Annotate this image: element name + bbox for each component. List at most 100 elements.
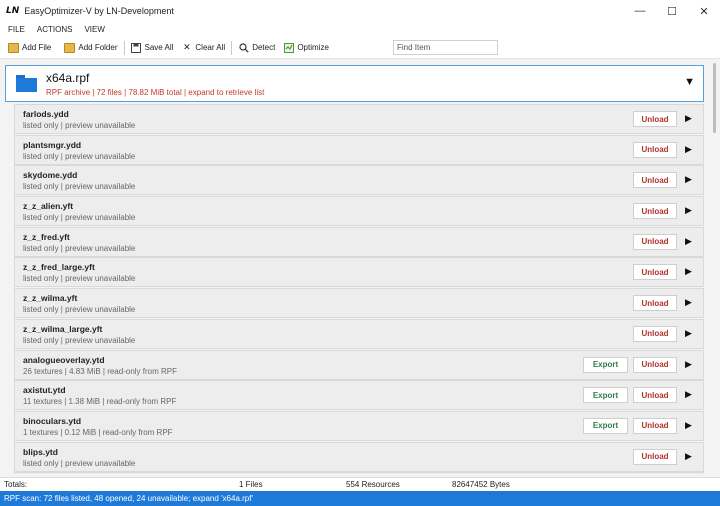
unload-button[interactable]: Unload — [633, 356, 677, 373]
export-button[interactable]: Export — [583, 387, 628, 404]
scrollbar[interactable] — [710, 59, 720, 477]
menu-actions[interactable]: ACTIONS — [37, 25, 73, 34]
toolbar-divider — [123, 40, 125, 55]
menu-view[interactable]: VIEW — [84, 25, 104, 34]
menu-file[interactable]: FILE — [8, 25, 25, 34]
item-meta: listed only | preview unavailable — [23, 305, 136, 315]
item-name: z_z_wilma_large.yft — [23, 323, 103, 334]
play-icon[interactable]: ▶ — [685, 328, 692, 339]
add-file-button[interactable]: Add File — [8, 42, 52, 53]
play-icon[interactable]: ▶ — [685, 420, 692, 431]
search-icon — [238, 42, 249, 53]
list-item[interactable] — [14, 472, 704, 474]
toolbar-divider — [231, 40, 233, 55]
list-item[interactable]: z_z_fred.yft listed only | preview unavai… — [14, 226, 704, 257]
list-item[interactable]: skydome.ydd listed only | preview unavail… — [14, 165, 704, 196]
search-input[interactable] — [393, 40, 498, 55]
item-meta: listed only | preview unavailable — [23, 274, 136, 284]
unload-button[interactable]: Unload — [633, 448, 677, 465]
item-name: z_z_fred.yft — [23, 231, 70, 242]
window-title: EasyOptimizer-V by LN-Development — [24, 6, 174, 16]
optimize-label: Optimize — [297, 43, 329, 52]
play-icon[interactable]: ▶ — [685, 297, 692, 308]
detect-label: Detect — [252, 43, 276, 52]
play-icon[interactable]: ▶ — [685, 144, 692, 155]
save-icon — [131, 42, 142, 53]
list-item[interactable]: analogueoverlay.ytd 26 textures | 4.83 Mi… — [14, 349, 704, 380]
list-item[interactable]: blips.ytd listed only | preview unavailab… — [14, 441, 704, 472]
maximize-button[interactable]: ☐ — [656, 0, 688, 22]
list-item[interactable]: plantsmgr.ydd listed only | preview unava… — [14, 134, 704, 165]
totals-bar: Totals: 1 Files 554 Resources 82647452 B… — [0, 477, 720, 491]
item-meta: listed only | preview unavailable — [23, 182, 136, 192]
export-button[interactable]: Export — [583, 356, 628, 373]
archive-info: RPF archive | 72 files | 78.82 MiB total… — [46, 87, 265, 97]
clear-all-label: Clear All — [195, 43, 226, 52]
play-icon[interactable]: ▶ — [685, 174, 692, 185]
add-file-label: Add File — [22, 43, 52, 52]
clear-all-button[interactable]: ✕ Clear All — [181, 42, 226, 53]
list-item[interactable]: z_z_wilma.yft listed only | preview unava… — [14, 288, 704, 319]
unload-button[interactable]: Unload — [633, 233, 677, 250]
chevron-down-icon[interactable]: ▼ — [684, 76, 695, 88]
save-all-button[interactable]: Save All — [131, 42, 173, 53]
item-meta: listed only | preview unavailable — [23, 151, 136, 161]
item-name: axistut.ytd — [23, 385, 66, 396]
item-name: binoculars.ytd — [23, 415, 82, 426]
list-item[interactable]: axistut.ytd 11 textures | 1.38 MiB | read… — [14, 380, 704, 411]
file-list: farlods.ydd listed only | preview unavail… — [14, 104, 704, 474]
item-name: blips.ytd — [23, 446, 58, 457]
export-button[interactable]: Export — [583, 417, 628, 434]
status-text: RPF scan: 72 files listed, 48 opened, 24… — [4, 494, 253, 503]
folder-icon — [8, 42, 19, 53]
window-controls: — ☐ ✕ — [624, 0, 720, 22]
close-button[interactable]: ✕ — [688, 0, 720, 22]
item-name: plantsmgr.ydd — [23, 139, 82, 150]
unload-button[interactable]: Unload — [633, 295, 677, 312]
item-meta: listed only | preview unavailable — [23, 335, 136, 345]
unload-button[interactable]: Unload — [633, 172, 677, 189]
unload-button[interactable]: Unload — [633, 111, 677, 127]
title-bar: LN EasyOptimizer-V by LN-Development — ☐… — [0, 0, 720, 22]
unload-button[interactable]: Unload — [633, 141, 677, 158]
list-item[interactable]: z_z_fred_large.yft listed only | preview … — [14, 257, 704, 288]
unload-button[interactable]: Unload — [633, 325, 677, 342]
play-icon[interactable]: ▶ — [685, 389, 692, 400]
play-icon[interactable]: ▶ — [685, 205, 692, 216]
scrollbar-thumb[interactable] — [713, 63, 716, 133]
item-name: z_z_alien.yft — [23, 201, 74, 212]
play-icon[interactable]: ▶ — [685, 266, 692, 277]
item-name: skydome.ydd — [23, 170, 78, 181]
app-logo: LN — [6, 6, 20, 16]
item-meta: listed only | preview unavailable — [23, 121, 136, 130]
folder-icon — [16, 75, 37, 92]
unload-button[interactable]: Unload — [633, 264, 677, 281]
totals-resources: 554 Resources — [346, 480, 400, 489]
item-meta: 1 textures | 0.12 MiB | read-only from R… — [23, 427, 173, 437]
add-folder-button[interactable]: Add Folder — [64, 42, 118, 53]
item-name: analogueoverlay.ytd — [23, 354, 105, 365]
item-name: z_z_fred_large.yft — [23, 262, 95, 273]
folder-icon — [64, 42, 76, 53]
unload-button[interactable]: Unload — [633, 417, 677, 434]
optimize-button[interactable]: Optimize — [283, 42, 329, 53]
add-folder-label: Add Folder — [78, 43, 118, 52]
clear-icon: ✕ — [183, 42, 191, 52]
list-item[interactable]: z_z_alien.yft listed only | preview unava… — [14, 196, 704, 227]
list-item[interactable]: farlods.ydd listed only | preview unavail… — [14, 104, 704, 134]
optimize-icon — [283, 42, 294, 53]
list-item[interactable]: z_z_wilma_large.yft listed only | preview… — [14, 318, 704, 349]
totals-bytes: 82647452 Bytes — [452, 480, 510, 489]
minimize-button[interactable]: — — [624, 0, 656, 22]
detect-button[interactable]: Detect — [238, 42, 276, 53]
list-item[interactable]: binoculars.ytd 1 textures | 0.12 MiB | re… — [14, 410, 704, 441]
archive-header[interactable]: x64a.rpf RPF archive | 72 files | 78.82 … — [5, 65, 704, 102]
unload-button[interactable]: Unload — [633, 387, 677, 404]
item-meta: 11 textures | 1.38 MiB | read-only from … — [23, 397, 177, 407]
play-icon[interactable]: ▶ — [685, 113, 692, 124]
status-bar: RPF scan: 72 files listed, 48 opened, 24… — [0, 491, 720, 506]
unload-button[interactable]: Unload — [633, 203, 677, 220]
play-icon[interactable]: ▶ — [685, 236, 692, 247]
play-icon[interactable]: ▶ — [685, 359, 692, 370]
play-icon[interactable]: ▶ — [685, 451, 692, 462]
